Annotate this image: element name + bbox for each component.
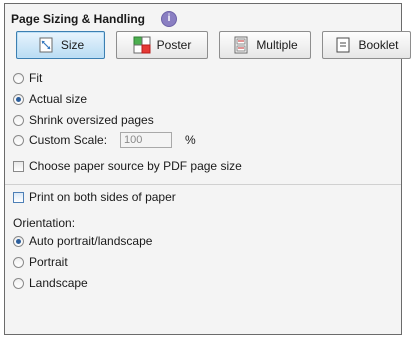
custom-scale-radio[interactable] [13,134,24,146]
duplex-option[interactable]: Print on both sides of paper [13,190,176,204]
tab-multiple-label: Multiple [256,38,298,52]
fit-label: Fit [29,71,43,85]
tab-booklet-label: Booklet [358,38,399,52]
shrink-label: Shrink oversized pages [29,113,154,127]
orientation-portrait-label: Portrait [29,255,68,269]
orientation-portrait-option[interactable]: Portrait [13,255,68,269]
actual-size-option[interactable]: Actual size [13,92,87,106]
paper-source-label: Choose paper source by PDF page size [29,159,242,173]
tab-size-label: Size [60,38,85,52]
tab-poster[interactable]: Poster [116,31,208,59]
page-sizing-panel: Page Sizing & Handling i Size Poster Mul… [4,3,411,335]
orientation-auto-radio[interactable] [13,235,24,247]
section-title: Page Sizing & Handling [11,12,146,26]
shrink-radio[interactable] [13,114,24,126]
orientation-portrait-radio[interactable] [13,256,24,268]
orientation-landscape-radio[interactable] [13,277,24,289]
fit-option[interactable]: Fit [13,71,42,85]
tab-booklet[interactable]: Booklet [322,31,411,59]
orientation-heading: Orientation: [13,216,75,230]
paper-source-option[interactable]: Choose paper source by PDF page size [13,159,242,173]
custom-scale-option[interactable]: Custom Scale: % [13,132,196,148]
percent-label: % [185,133,196,147]
shrink-option[interactable]: Shrink oversized pages [13,113,154,127]
custom-scale-input[interactable] [120,132,173,148]
tab-size[interactable]: Size [16,31,105,59]
size-icon [39,37,53,53]
orientation-auto-label: Auto portrait/landscape [29,234,153,248]
multiple-icon [234,36,248,54]
info-icon[interactable]: i [161,11,178,27]
section-header: Page Sizing & Handling i [11,11,178,27]
paper-source-checkbox[interactable] [13,160,24,172]
orientation-landscape-option[interactable]: Landscape [13,276,88,290]
orientation-landscape-label: Landscape [29,276,88,290]
orientation-label: Orientation: [13,216,76,230]
tab-multiple[interactable]: Multiple [219,31,311,59]
tab-poster-label: Poster [156,38,192,52]
duplex-label: Print on both sides of paper [29,190,176,204]
duplex-checkbox[interactable] [13,191,24,203]
orientation-section: Print on both sides of paper Orientation… [5,185,401,334]
page-sizing-section: Page Sizing & Handling i Size Poster Mul… [5,4,411,185]
orientation-auto-option[interactable]: Auto portrait/landscape [13,234,152,248]
poster-icon [133,36,151,54]
booklet-icon [336,37,350,53]
actual-size-label: Actual size [29,92,88,106]
custom-scale-label: Custom Scale: [29,133,108,147]
sizing-mode-tabs: Size Poster Multiple Booklet [16,31,411,59]
fit-radio[interactable] [13,72,24,84]
actual-size-radio[interactable] [13,93,24,105]
